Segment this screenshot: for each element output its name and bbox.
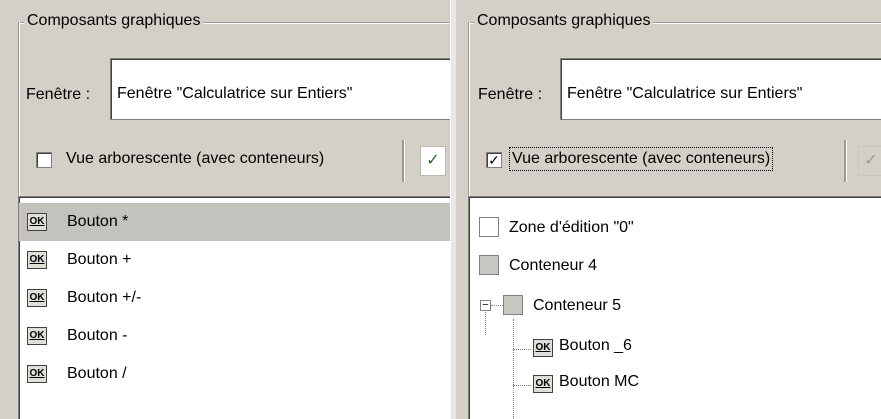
group-title: Composants graphiques (474, 12, 654, 30)
tree-item-label: Bouton MC (559, 373, 640, 390)
ok-button-icon: OK (533, 375, 553, 393)
tree-item[interactable]: OK Bouton MC (469, 361, 881, 399)
ok-button-icon: OK (533, 339, 553, 357)
list-item[interactable]: OK Bouton / (19, 355, 450, 393)
list-item[interactable]: OK Bouton * (19, 203, 450, 241)
ok-button-icon: OK (27, 251, 47, 269)
components-list[interactable]: OK Bouton * OK Bouton + OK Bouton +/- OK… (18, 196, 450, 419)
edit-zone-icon (479, 217, 499, 237)
group-title: Composants graphiques (24, 12, 204, 30)
check-document-icon: ✓ (864, 152, 878, 169)
tree-item[interactable]: Zone d'édition "0" (469, 209, 881, 247)
ok-button-icon: OK (27, 213, 47, 231)
right-panel: Composants graphiques Fenêtre : Fenêtre … (456, 0, 881, 419)
tree-item-label: Conteneur 5 (533, 297, 622, 314)
list-item-label: Bouton +/- (67, 289, 142, 306)
window-label: Fenêtre : (26, 86, 91, 103)
check-document-button[interactable]: ✓ (420, 146, 446, 176)
list-item[interactable]: OK Bouton +/- (19, 279, 450, 317)
tree-item-label: Conteneur 4 (509, 257, 598, 274)
list-item-label: Bouton * (67, 213, 129, 230)
left-panel: Composants graphiques Fenêtre : Fenêtre … (0, 0, 450, 419)
tree-item[interactable]: − Conteneur 5 (469, 287, 881, 325)
window-field[interactable]: Fenêtre "Calculatrice sur Entiers" (110, 58, 450, 120)
tree-item[interactable]: Conteneur 4 (469, 247, 881, 285)
list-item[interactable]: OK Bouton - (19, 317, 450, 355)
tree-view-checkbox[interactable] (36, 152, 52, 168)
tree-view-checkbox[interactable]: ✓ (486, 152, 502, 168)
ok-button-icon: OK (27, 365, 47, 383)
container-icon (479, 255, 499, 275)
check-document-button[interactable]: ✓ (858, 146, 881, 176)
tree-item[interactable]: OK Bouton _6 (469, 325, 881, 363)
ok-button-icon: OK (27, 327, 47, 345)
ok-button-icon: OK (27, 289, 47, 307)
window-field[interactable]: Fenêtre "Calculatrice sur Entiers" (560, 58, 881, 120)
tree-view-label[interactable]: Vue arborescente (avec conteneurs) (508, 147, 774, 171)
toolbar-separator (402, 140, 405, 182)
toolbar-separator (844, 140, 847, 182)
window-label: Fenêtre : (478, 86, 543, 103)
tree-item-label: Zone d'édition "0" (509, 219, 634, 236)
list-item[interactable]: OK Bouton + (19, 241, 450, 279)
list-item-label: Bouton + (67, 251, 132, 268)
components-tree[interactable]: Zone d'édition "0" Conteneur 4 − Contene… (468, 196, 881, 419)
check-document-icon: ✓ (426, 152, 440, 169)
list-item-label: Bouton / (67, 365, 127, 382)
tree-view-label[interactable]: Vue arborescente (avec conteneurs) (66, 150, 324, 168)
collapse-icon[interactable]: − (480, 300, 491, 311)
tree-item-label: Bouton _6 (559, 337, 632, 354)
container-icon (503, 295, 523, 315)
list-item-label: Bouton - (67, 327, 128, 344)
